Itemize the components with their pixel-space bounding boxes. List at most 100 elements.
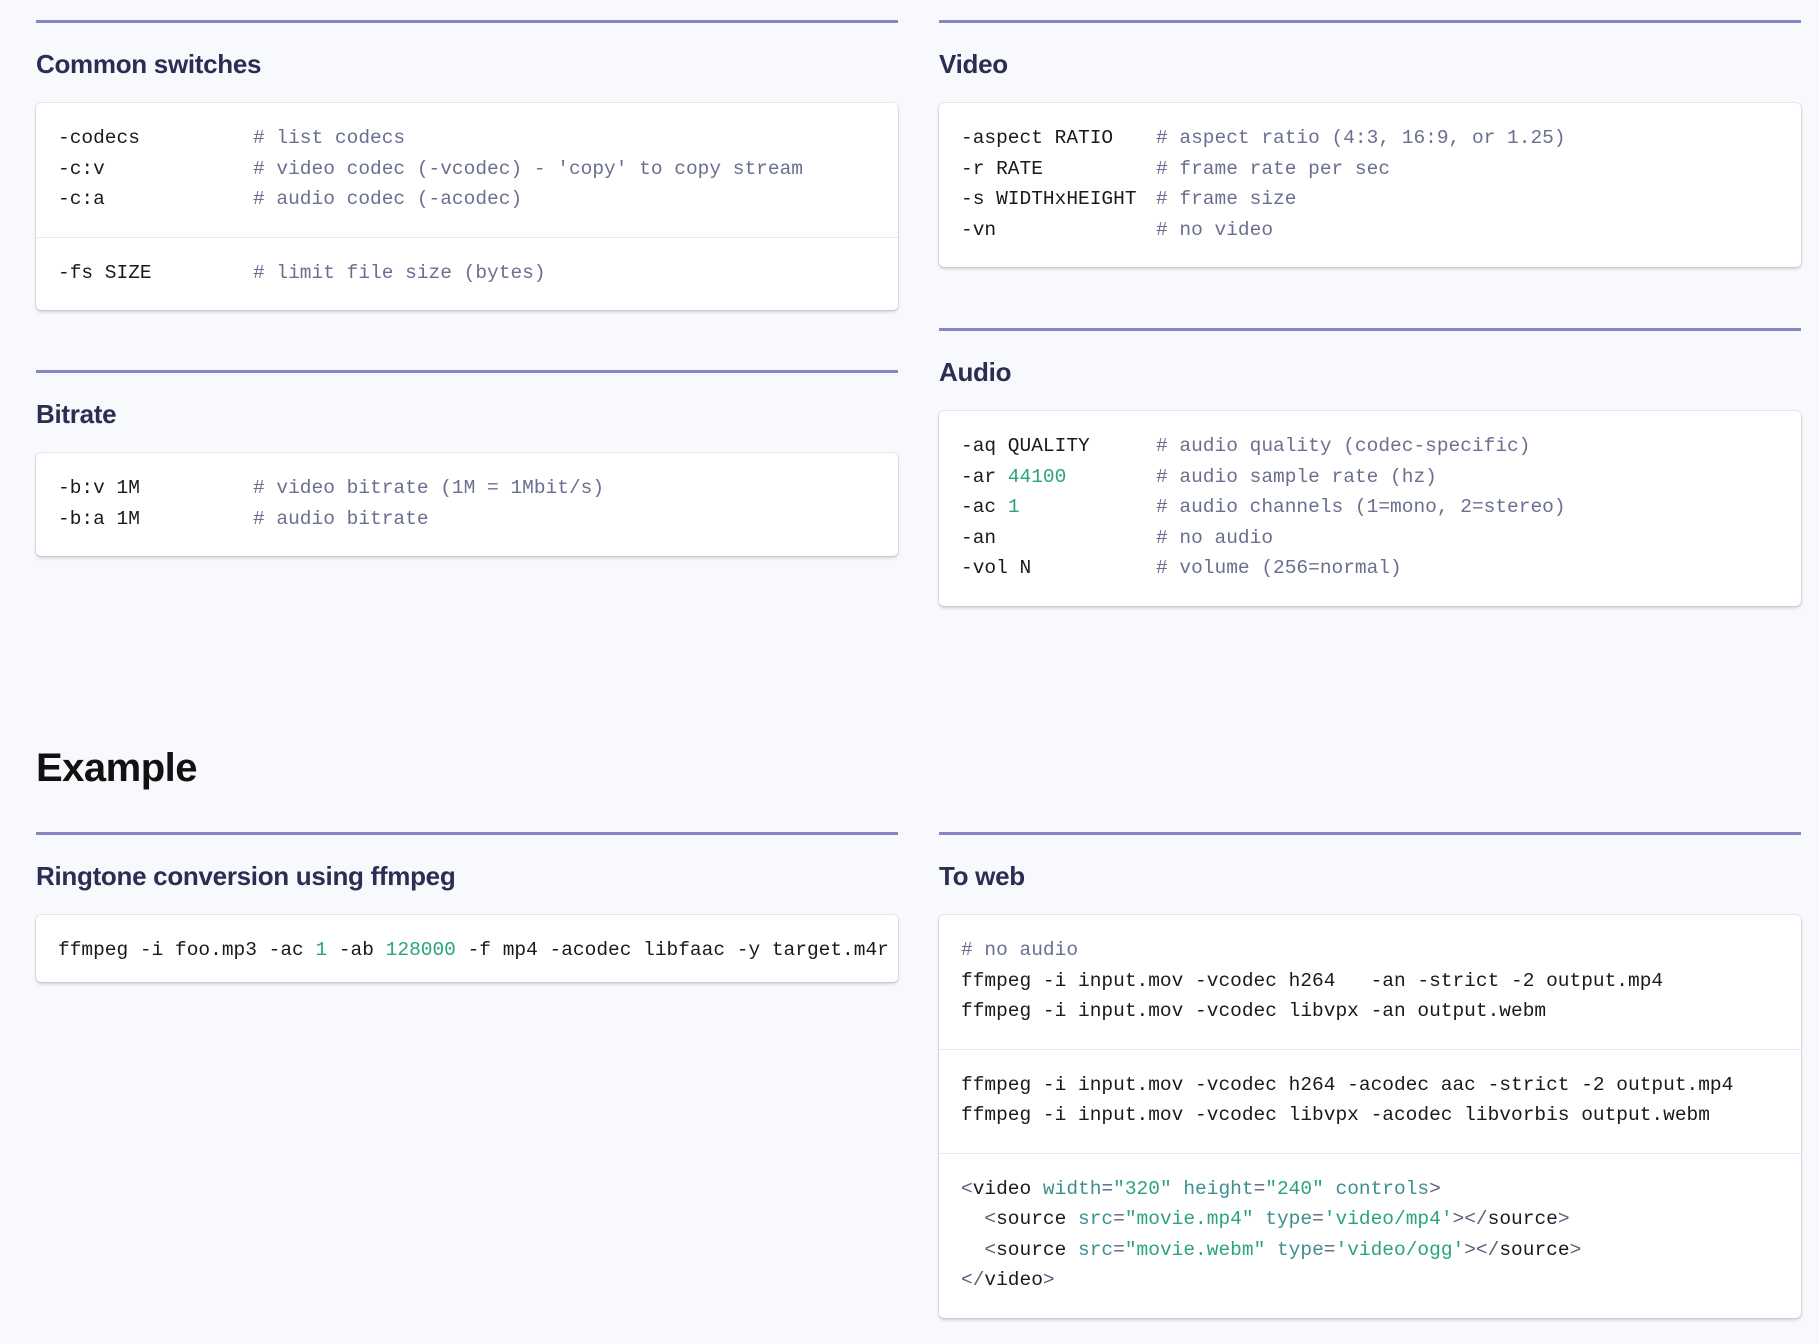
code-card: -codecs # list codecs -c:v # video codec (…	[36, 103, 898, 310]
option-text: -r RATE	[961, 157, 1043, 180]
comment-text: # no audio	[1156, 526, 1274, 549]
option-text: -ar 44100	[961, 462, 1156, 493]
option-name: -ac	[961, 496, 1008, 518]
section-divider	[939, 832, 1801, 835]
code-card: -aq QUALITY # audio quality (codec-specif…	[939, 411, 1801, 606]
comment-text: # volume (256=normal)	[1156, 557, 1402, 579]
section-title: Common switches	[36, 49, 262, 79]
code-line: -c:v # video codec (-vcodec) - 'copy' to …	[58, 154, 876, 185]
option-name: -vol N	[961, 557, 1032, 579]
option-text: -codecs	[58, 127, 140, 149]
example-heading: Example	[36, 746, 198, 790]
html-attr: width	[1042, 1177, 1102, 1200]
section-divider	[939, 20, 1801, 23]
html-attr: src	[1078, 1208, 1114, 1230]
code-line: <source src="movie.webm" type='video/ogg…	[984, 1238, 1582, 1261]
comment-text: # list codecs	[253, 127, 406, 149]
option-text: -s WIDTHxHEIGHT	[961, 188, 1137, 210]
command-text: ffmpeg -i foo.mp3 -ac	[58, 939, 316, 961]
option-text: -vn	[961, 218, 997, 241]
code-line: -vol N # volume (256=normal)	[961, 553, 1779, 584]
html-tag: source	[1499, 1238, 1570, 1261]
html-attr: height	[1183, 1177, 1254, 1200]
command-text: -f mp4 -acodec libfaac -y target.m4r	[455, 939, 889, 961]
comment-text: # no video	[1156, 218, 1274, 241]
section-title: Audio	[939, 357, 1012, 387]
html-attr: src	[1078, 1238, 1114, 1261]
code-card: -b:v 1M # video bitrate (1M = 1Mbit/s) -b…	[36, 453, 898, 556]
code-block: -codecs # list codecs -c:v # video codec (…	[36, 103, 898, 237]
section-divider	[36, 832, 898, 835]
code-line: -s WIDTHxHEIGHT # frame size	[961, 184, 1779, 215]
html-tag: source	[1487, 1208, 1558, 1230]
comment-text: # aspect ratio (4:3, 16:9, or 1.25)	[1156, 127, 1566, 149]
html-tag: source	[996, 1208, 1067, 1230]
option-text: -aq QUALITY	[961, 431, 1156, 462]
option-value: 44100	[1007, 465, 1067, 488]
code-line: -b:a 1M # audio bitrate	[58, 504, 876, 535]
code-block: -aq QUALITY # audio quality (codec-specif…	[939, 411, 1801, 606]
option-text: -an	[961, 523, 1156, 554]
html-tag: source	[996, 1238, 1067, 1261]
comment-text: # video codec (-vcodec) - 'copy' to copy…	[253, 157, 803, 180]
code-card: # no audio ffmpeg -i input.mov -vcodec h…	[939, 915, 1801, 1318]
comment-text: # frame size	[1156, 188, 1297, 210]
common-switches-section: Common switches -codecs # list codecs -c:…	[36, 20, 898, 310]
comment-text: # audio bitrate	[253, 507, 429, 530]
code-line: -codecs # list codecs	[58, 123, 876, 154]
code-line: ffmpeg -i foo.mp3 -ac 1 -ab 128000 -f mp…	[58, 935, 889, 966]
option-name: -an	[961, 526, 997, 549]
code-line: -aq QUALITY # audio quality (codec-specif…	[961, 431, 1779, 462]
code-line: ffmpeg -i input.mov -vcodec h264 -an -st…	[961, 969, 1664, 992]
ringtone-section: Ringtone conversion using ffmpeg ffmpeg …	[36, 832, 898, 982]
html-attr: type	[1276, 1238, 1324, 1261]
code-block: ffmpeg -i foo.mp3 -ac 1 -ab 128000 -f mp…	[36, 915, 898, 982]
option-text: -vol N	[961, 553, 1156, 584]
code-line: <source src="movie.mp4" type='video/mp4'…	[984, 1208, 1570, 1230]
number-literal: 128000	[385, 939, 456, 961]
code-card: -aspect RATIO # aspect ratio (4:3, 16:9, …	[939, 103, 1801, 267]
section-divider	[36, 370, 898, 373]
html-tag: video	[972, 1177, 1032, 1200]
code-line: -c:a # audio codec (-acodec)	[58, 184, 876, 215]
option-text: -ac 1	[961, 492, 1156, 523]
audio-section: Audio -aq QUALITY # audio quality (codec-…	[939, 328, 1801, 606]
code-line: # no audio	[961, 935, 1779, 966]
number-literal: 1	[315, 939, 328, 961]
code-card: ffmpeg -i foo.mp3 -ac 1 -ab 128000 -f mp…	[36, 915, 898, 982]
code-line: ffmpeg -i input.mov -vcodec h264 -acodec…	[961, 1073, 1734, 1096]
comment-text: # audio codec (-acodec)	[253, 188, 523, 210]
command-text: -ab	[327, 939, 386, 961]
html-attr: type	[1265, 1208, 1313, 1230]
code-line: -aspect RATIO # aspect ratio (4:3, 16:9, …	[961, 123, 1779, 154]
section-title: To web	[939, 861, 1025, 891]
section-title: Ringtone conversion using ffmpeg	[36, 861, 456, 891]
code-block: # no audio ffmpeg -i input.mov -vcodec h…	[939, 915, 1801, 1049]
code-line: -fs SIZE # limit file size (bytes)	[58, 258, 876, 289]
html-value: 'video/ogg'	[1335, 1238, 1465, 1261]
html-value: "movie.webm"	[1124, 1238, 1266, 1261]
code-block: -aspect RATIO # aspect ratio (4:3, 16:9, …	[939, 103, 1801, 267]
bitrate-section: Bitrate -b:v 1M # video bitrate (1M = 1Mb…	[36, 370, 898, 556]
html-value: 'video/mp4'	[1323, 1208, 1453, 1230]
option-name: -ar	[961, 465, 1008, 488]
option-text: -aspect RATIO	[961, 127, 1114, 149]
video-section: Video -aspect RATIO # aspect ratio (4:3, …	[939, 20, 1801, 267]
comment-text: # audio quality (codec-specific)	[1156, 435, 1531, 457]
section-title: Bitrate	[36, 399, 117, 429]
option-value: 1	[1007, 496, 1020, 518]
code-line: -an # no audio	[961, 523, 1779, 554]
to-web-section: To web # no audio ffmpeg -i input.mov -v…	[939, 832, 1801, 1318]
html-tag: video	[984, 1269, 1043, 1291]
section-divider	[36, 20, 898, 23]
code-line: -ac 1 # audio channels (1=mono, 2=stereo)	[961, 492, 1779, 523]
code-line: -b:v 1M # video bitrate (1M = 1Mbit/s)	[58, 473, 876, 504]
html-value: "240"	[1265, 1177, 1324, 1200]
comment-text: # no audio	[961, 939, 1079, 961]
code-line: ffmpeg -i input.mov -vcodec libvpx -acod…	[961, 1104, 1710, 1126]
code-line: ffmpeg -i input.mov -vcodec libvpx -an o…	[961, 1000, 1547, 1022]
section-divider	[939, 328, 1801, 331]
html-value: "320"	[1113, 1177, 1172, 1200]
code-line: </video>	[961, 1269, 1055, 1291]
option-text: -fs SIZE	[58, 261, 152, 284]
